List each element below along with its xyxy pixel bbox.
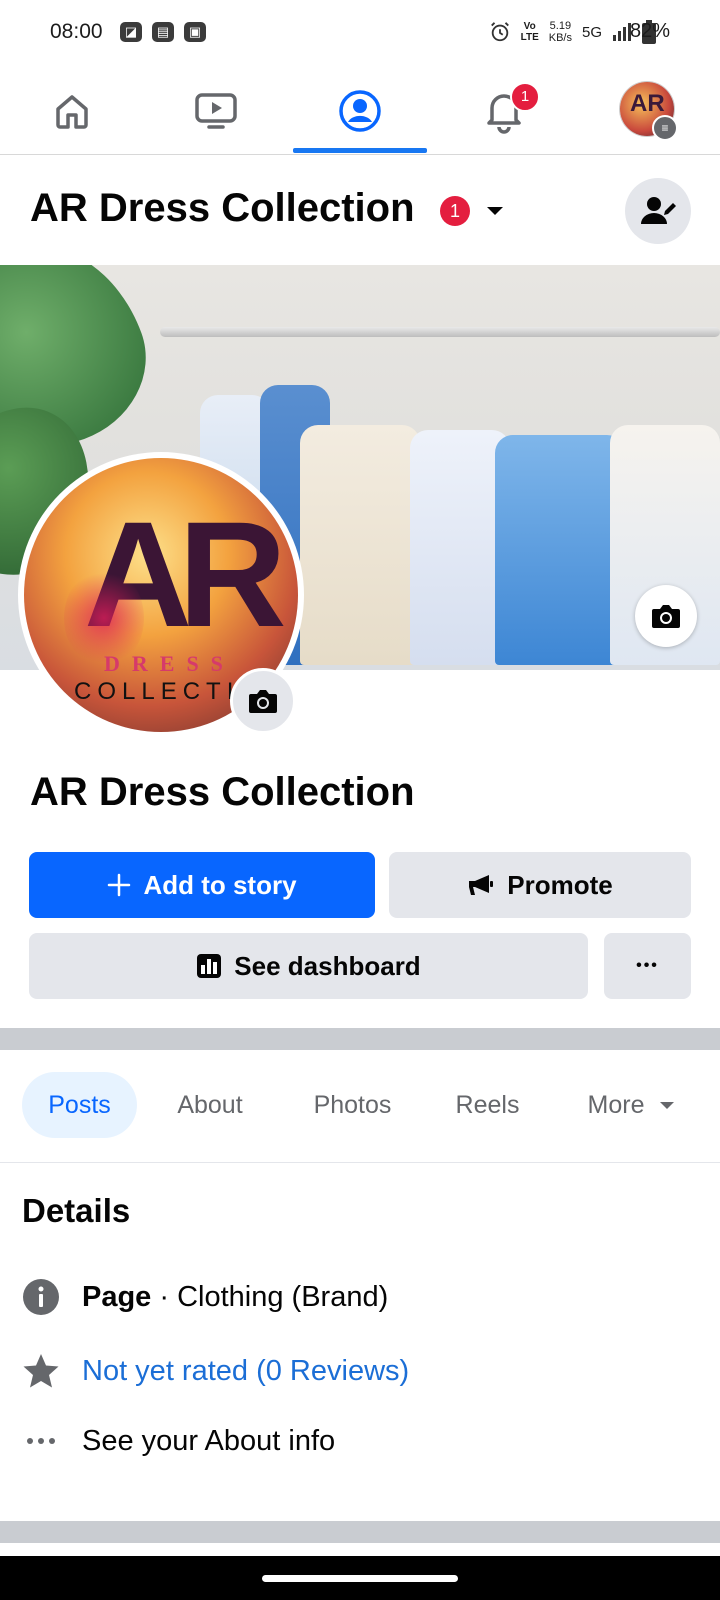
- network-speed: 5.19 KB/s: [548, 20, 572, 44]
- status-bar: 08:00 ◪ ▤ ▣ Vo LTE 5.19 KB/s 5G 82%: [0, 0, 720, 66]
- star-icon: [22, 1352, 60, 1390]
- chevron-down-icon: [660, 1102, 675, 1109]
- chevron-down-icon[interactable]: [484, 200, 506, 227]
- more-dots-icon: •••: [636, 957, 659, 974]
- details-rating-row[interactable]: Not yet rated (0 Reviews): [22, 1352, 409, 1390]
- nav-notifications[interactable]: [434, 70, 574, 152]
- dashboard-icon: [197, 954, 222, 978]
- promote-label: Promote: [507, 869, 613, 900]
- details-category-row: Page · Clothing (Brand): [22, 1278, 388, 1316]
- notification-app-icon: ▤: [152, 22, 174, 42]
- home-gesture-handle[interactable]: [262, 1575, 458, 1582]
- edit-profile-button[interactable]: [625, 178, 691, 244]
- logo-text-dress: DRESS: [104, 651, 235, 676]
- video-icon: [195, 93, 237, 129]
- notification-badge: 1: [510, 82, 540, 112]
- tab-posts[interactable]: Posts: [22, 1072, 137, 1138]
- tab-more-label: More: [587, 1090, 645, 1119]
- logo-text-collection: COLLECTI: [74, 678, 240, 705]
- details-about-row[interactable]: See your About info: [22, 1422, 335, 1460]
- nav-home[interactable]: [2, 70, 142, 152]
- add-to-story-button[interactable]: Add to story: [29, 852, 375, 918]
- rating-link[interactable]: Not yet rated (0 Reviews): [82, 1355, 409, 1388]
- section-separator: [0, 1521, 720, 1543]
- section-separator: [0, 1028, 720, 1050]
- profile-tabs: Posts About Photos Reels More: [0, 1072, 720, 1163]
- cover-camera-button[interactable]: [635, 585, 697, 647]
- network-type: 5G: [581, 23, 602, 41]
- header-badge: 1: [440, 196, 470, 226]
- details-heading: Details: [22, 1192, 131, 1229]
- plus-icon: [108, 873, 131, 897]
- tab-more[interactable]: More: [572, 1072, 692, 1138]
- tab-reels[interactable]: Reels: [440, 1072, 535, 1138]
- add-to-story-label: Add to story: [143, 869, 297, 900]
- nav-profile[interactable]: [290, 70, 430, 152]
- notification-app-icon: ◪: [120, 22, 142, 42]
- user-edit-icon: [641, 197, 676, 224]
- see-dashboard-label: See dashboard: [234, 950, 421, 981]
- info-icon: [22, 1278, 60, 1316]
- profile-icon: [339, 90, 381, 132]
- tab-photos[interactable]: Photos: [295, 1072, 410, 1138]
- megaphone-icon: [469, 875, 494, 895]
- tab-about[interactable]: About: [160, 1072, 260, 1138]
- more-options-button[interactable]: •••: [604, 933, 691, 999]
- garment: [495, 435, 625, 665]
- promote-button[interactable]: Promote: [389, 852, 691, 918]
- about-info-link[interactable]: See your About info: [82, 1425, 335, 1458]
- page-header-title[interactable]: AR Dress Collection: [30, 186, 415, 231]
- battery-percent: 82%: [629, 20, 670, 42]
- more-dots-icon: [22, 1422, 60, 1460]
- volte-icon: Vo LTE: [520, 21, 539, 43]
- page-name: AR Dress Collection: [30, 770, 415, 814]
- details-category-text: Page · Clothing (Brand): [82, 1281, 388, 1314]
- alarm-icon: [490, 22, 509, 42]
- camera-icon: [249, 690, 277, 713]
- status-time: 08:00: [50, 20, 103, 43]
- active-tab-indicator: [293, 148, 427, 153]
- top-nav: 1 AR ≡: [0, 70, 720, 155]
- garment: [300, 425, 420, 665]
- profile-camera-button[interactable]: [230, 668, 296, 734]
- menu-icon[interactable]: ≡: [652, 115, 678, 141]
- camera-icon: [652, 605, 680, 628]
- see-dashboard-button[interactable]: See dashboard: [29, 933, 588, 999]
- category-value: · Clothing (Brand): [151, 1280, 389, 1313]
- category-label: Page: [82, 1280, 152, 1313]
- clothing-rail: [160, 327, 720, 337]
- notification-app-icon: ▣: [184, 22, 206, 42]
- home-icon: [56, 95, 88, 129]
- nav-video[interactable]: [146, 70, 286, 152]
- avatar-logo-text: AR: [630, 90, 665, 117]
